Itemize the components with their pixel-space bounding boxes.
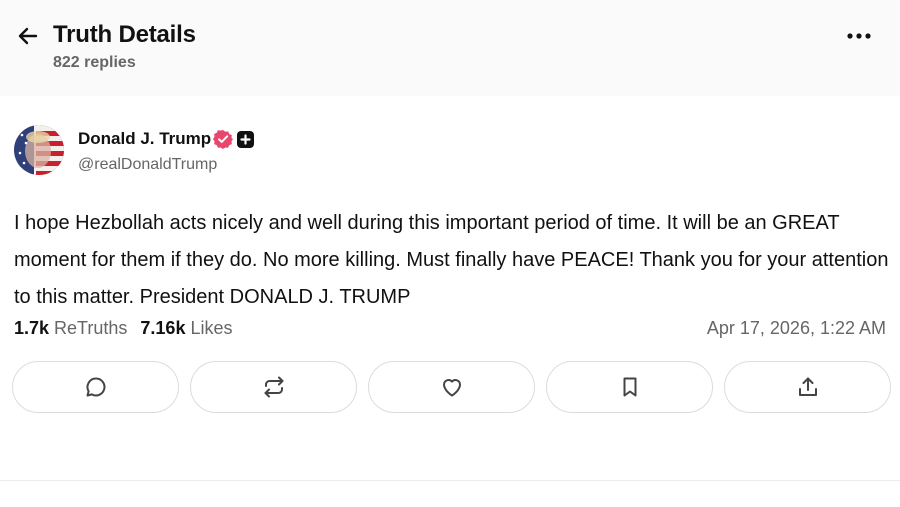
page-header: Truth Details 822 replies <box>0 0 900 96</box>
reply-button[interactable] <box>12 361 179 413</box>
plus-badge-icon <box>237 131 254 148</box>
likes-count: 7.16k <box>140 318 186 338</box>
back-button[interactable] <box>14 22 42 50</box>
more-horizontal-icon <box>847 33 871 39</box>
author-handle[interactable]: @realDonaldTrump <box>78 156 217 174</box>
arrow-left-icon <box>18 27 38 45</box>
bookmark-button[interactable] <box>546 361 713 413</box>
author-name[interactable]: Donald J. Trump <box>78 129 211 149</box>
comment-icon <box>85 377 105 397</box>
share-button[interactable] <box>724 361 891 413</box>
retruths-label: ReTruths <box>54 318 128 338</box>
verified-badge-icon <box>213 129 233 149</box>
post-stats: 1.7k ReTruths 7.16k Likes <box>14 318 245 339</box>
bookmark-icon <box>623 377 636 397</box>
page-title: Truth Details <box>53 21 196 48</box>
reply-count: 822 replies <box>53 54 136 71</box>
post-text: I hope Hezbollah acts nicely and well du… <box>14 212 889 308</box>
more-options-button[interactable] <box>842 22 876 50</box>
retruths-count: 1.7k <box>14 318 50 338</box>
retruths-stat[interactable]: 1.7k ReTruths <box>14 318 127 339</box>
post-timestamp: Apr 17, 2026, 1:22 AM <box>706 318 886 338</box>
avatar[interactable] <box>14 125 64 175</box>
retruth-button[interactable] <box>190 361 357 413</box>
repost-icon <box>264 376 283 398</box>
divider <box>0 480 900 481</box>
likes-label: Likes <box>190 318 233 338</box>
action-bar <box>12 361 891 413</box>
heart-icon <box>442 379 461 397</box>
like-button[interactable] <box>368 361 535 413</box>
share-icon <box>798 377 817 396</box>
likes-stat[interactable]: 7.16k Likes <box>140 318 232 339</box>
